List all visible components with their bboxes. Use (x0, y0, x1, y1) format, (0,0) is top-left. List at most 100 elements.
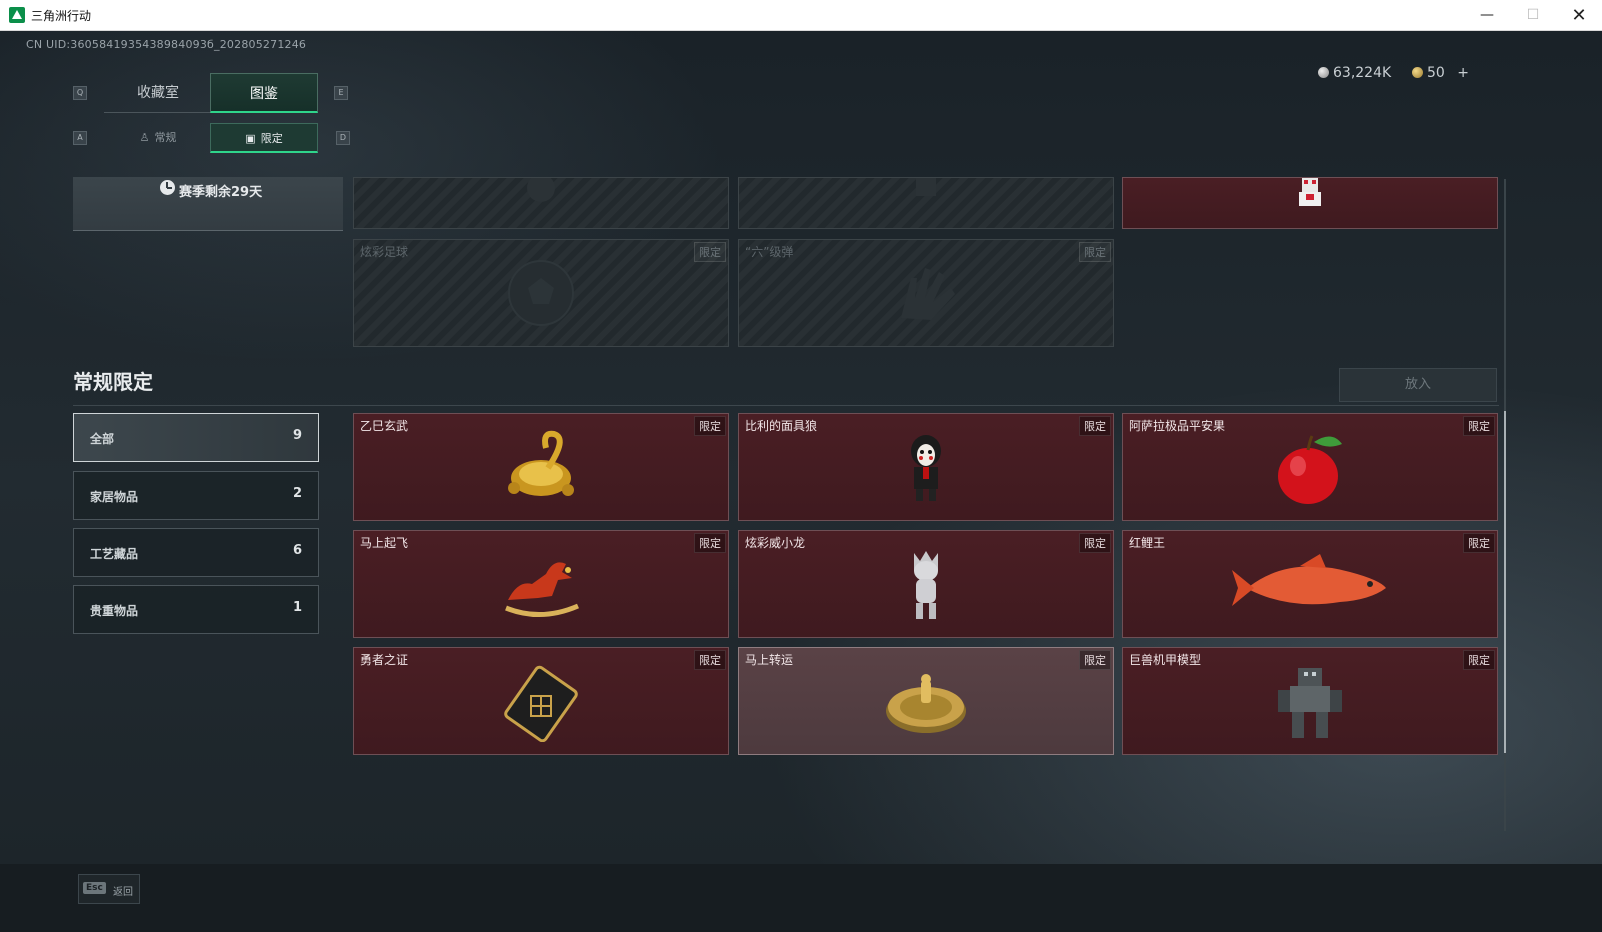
subtab-limited-label: 限定 (260, 132, 283, 145)
close-button[interactable]: ✕ (1556, 0, 1602, 31)
back-button[interactable]: Esc 返回 (78, 874, 140, 904)
item-card[interactable]: 炫彩威小龙 限定 (738, 530, 1114, 638)
item-card[interactable]: 巨兽机甲模型 限定 (1122, 647, 1498, 755)
limited-badge: 限定 (694, 416, 726, 436)
game-viewport: CN UID:3605841935438984093б_202805271246… (0, 31, 1602, 932)
limited-badge: 限定 (694, 533, 726, 553)
image-icon: ▣ (245, 132, 256, 145)
item-card[interactable]: 乙巳玄武 限定 (353, 413, 729, 521)
tab-codex[interactable]: 图鉴 (210, 73, 318, 113)
section-divider (73, 405, 1499, 406)
filter-label: 家居物品 (90, 490, 139, 504)
item-name: 巨兽机甲模型 (1129, 653, 1202, 667)
item-name: 比利的面具狼 (745, 419, 818, 433)
subtab-regular[interactable]: ♙ 常规 (104, 123, 212, 153)
locked-item-silhouette-icon (527, 178, 555, 202)
filter-all[interactable]: 全部 9 (73, 413, 319, 462)
tab-next-key-hint: E (334, 86, 348, 100)
filter-label: 工艺藏品 (90, 547, 139, 561)
scrollbar-thumb[interactable] (1504, 411, 1506, 753)
mech-model-icon (1278, 668, 1342, 738)
back-label: 返回 (113, 887, 133, 898)
robot-figure-icon (1299, 178, 1321, 206)
carp-fish-icon (1232, 554, 1386, 606)
filter-craft-collectibles[interactable]: 工艺藏品 6 (73, 528, 319, 577)
collection-card-locked[interactable] (353, 177, 729, 229)
gold-currency: 50 + (1412, 65, 1469, 81)
subtab-next-key-hint: D (336, 131, 350, 145)
card-name: “六”级弹 (745, 245, 794, 259)
limited-badge: 限定 (694, 242, 726, 262)
section-title: 常规限定 (73, 370, 153, 394)
item-name: 炫彩威小龙 (745, 536, 806, 550)
item-name: 阿萨拉极品平安果 (1129, 419, 1226, 433)
item-card[interactable]: 阿萨拉极品平安果 限定 (1122, 413, 1498, 521)
limited-badge: 限定 (1079, 650, 1111, 670)
limited-badge: 限定 (1079, 242, 1111, 262)
item-name: 马上起飞 (360, 536, 409, 550)
app-logo-icon (9, 7, 25, 23)
figure-icon: ♙ (139, 131, 150, 144)
item-card[interactable]: 红鲤王 限定 (1122, 530, 1498, 638)
filter-count: 1 (292, 600, 302, 615)
hand-gesture-icon (901, 268, 955, 320)
puppet-doll-icon (911, 435, 941, 501)
scrollbar[interactable] (1504, 179, 1506, 831)
filter-home-items[interactable]: 家居物品 2 (73, 471, 319, 520)
tab-collection-room[interactable]: 收藏室 (104, 73, 212, 113)
limited-badge: 限定 (1463, 533, 1495, 553)
badge-card-icon (504, 665, 578, 742)
filter-label: 全部 (90, 432, 115, 446)
limited-badge: 限定 (1079, 533, 1111, 553)
limited-badge: 限定 (694, 650, 726, 670)
window-titlebar: 三角洲行动 — ☐ ✕ (0, 0, 1602, 31)
subtab-prev-key-hint: A (73, 131, 87, 145)
limited-badge: 限定 (1079, 416, 1111, 436)
item-name: 马上转运 (745, 653, 794, 667)
gold-amount: 50 (1427, 65, 1445, 81)
bottom-bar (0, 864, 1602, 932)
collection-card-owned[interactable] (1122, 177, 1498, 229)
clock-icon (160, 180, 175, 195)
item-card[interactable]: 马上转运 限定 (738, 647, 1114, 755)
maximize-button[interactable]: ☐ (1510, 0, 1556, 31)
subtab-limited[interactable]: ▣ 限定 (210, 123, 318, 153)
limited-badge: 限定 (1463, 650, 1495, 670)
item-card[interactable]: 比利的面具狼 限定 (738, 413, 1114, 521)
filter-count: 9 (292, 428, 302, 443)
item-name: 乙巳玄武 (360, 419, 409, 433)
season-countdown-text: 赛季剩余29天 (179, 185, 263, 200)
silver-coin-icon (1318, 67, 1329, 78)
golden-dial-icon (886, 674, 966, 733)
esc-key-hint: Esc (83, 882, 106, 894)
collection-card-locked[interactable]: “六”级弹 限定 (738, 239, 1114, 347)
player-uid: CN UID:3605841935438984093б_202805271246 (26, 38, 307, 51)
locked-item-silhouette-icon (916, 178, 936, 196)
minimize-button[interactable]: — (1464, 0, 1510, 31)
item-name: 红鲤王 (1129, 536, 1166, 550)
collection-card-locked[interactable]: 炫彩足球 限定 (353, 239, 729, 347)
card-name: 炫彩足球 (360, 245, 409, 259)
apple-icon (1278, 435, 1342, 504)
horse-figure-icon (505, 562, 579, 618)
item-card[interactable]: 马上起飞 限定 (353, 530, 729, 638)
put-in-button[interactable]: 放入 (1339, 368, 1497, 402)
filter-count: 2 (292, 486, 302, 501)
collection-card-locked[interactable] (738, 177, 1114, 229)
subtab-regular-label: 常规 (154, 131, 177, 144)
filter-valuables[interactable]: 贵重物品 1 (73, 585, 319, 634)
gold-coin-icon (1412, 67, 1423, 78)
limited-badge: 限定 (1463, 416, 1495, 436)
filter-label: 贵重物品 (90, 604, 139, 618)
item-card[interactable]: 勇者之证 限定 (353, 647, 729, 755)
add-currency-button[interactable]: + (1457, 65, 1469, 81)
silver-amount: 63,224K (1333, 65, 1392, 81)
window-title: 三角洲行动 (31, 9, 92, 23)
soccer-ball-icon (508, 260, 574, 326)
silver-currency: 63,224K (1318, 65, 1391, 81)
tab-prev-key-hint: Q (73, 86, 87, 100)
season-countdown: 赛季剩余29天 (73, 177, 343, 231)
item-name: 勇者之证 (360, 653, 409, 667)
filter-count: 6 (292, 543, 302, 558)
golden-turtle-icon (508, 430, 574, 496)
